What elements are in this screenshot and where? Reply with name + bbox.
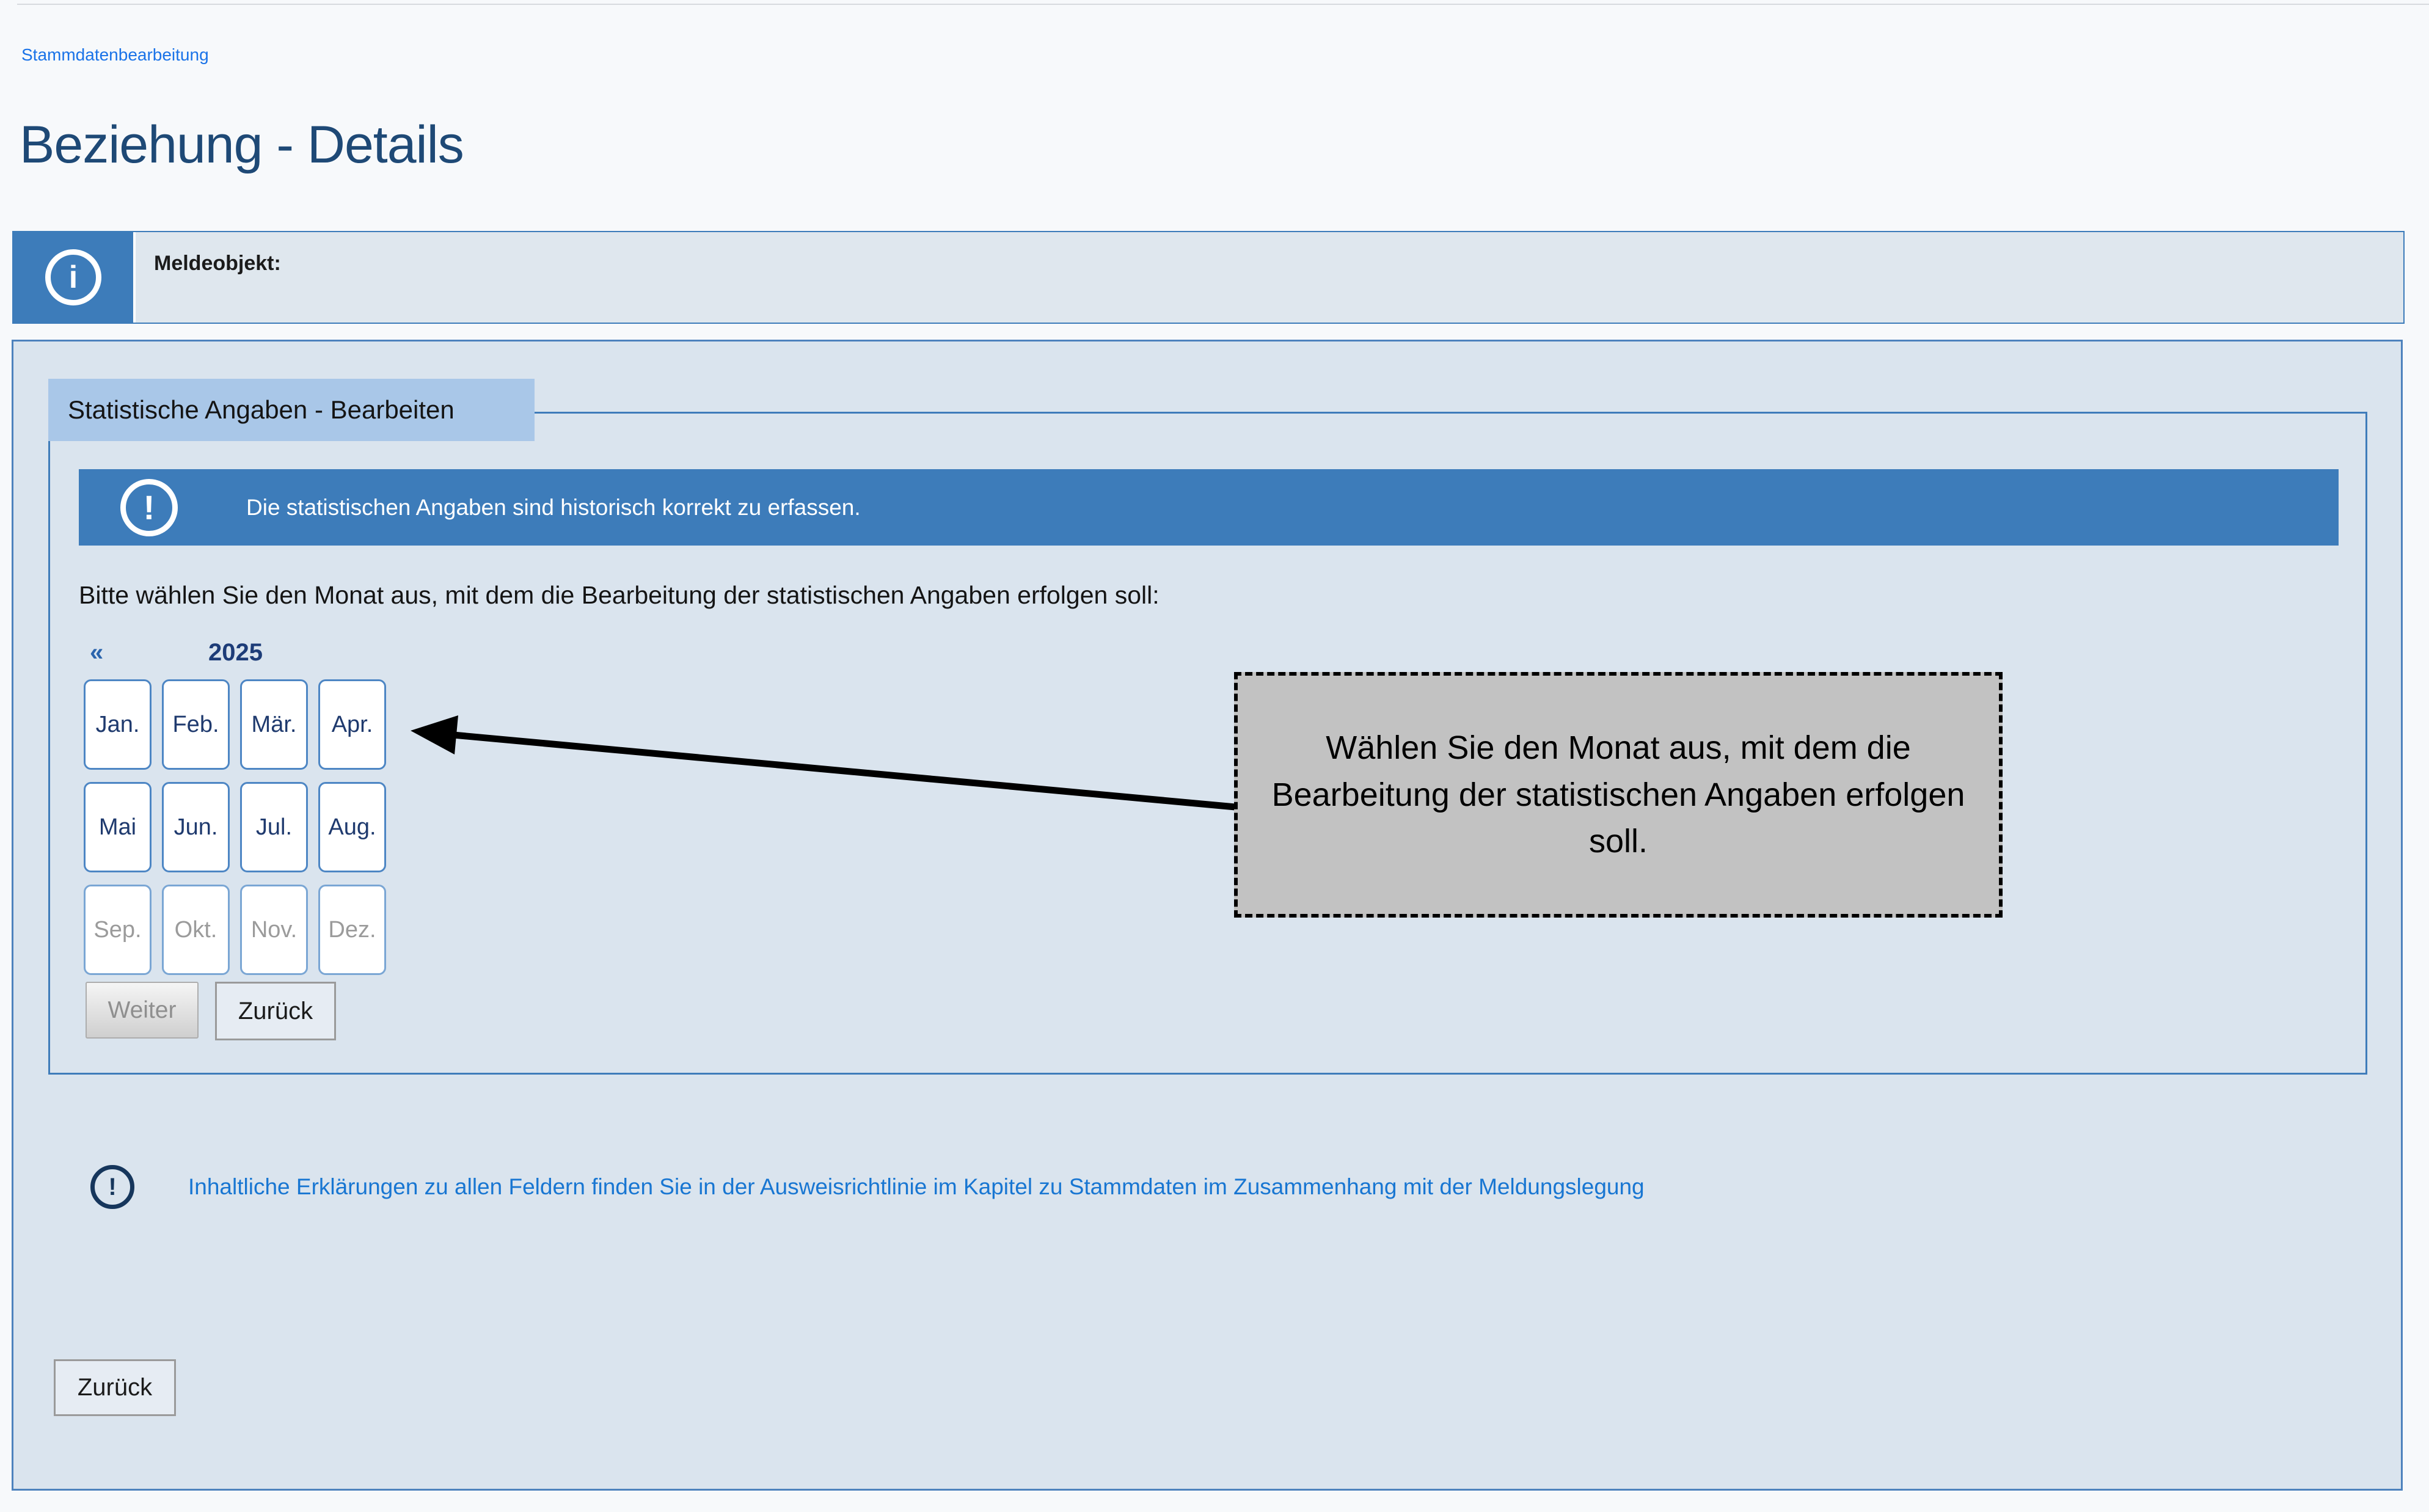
breadcrumb[interactable]: Stammdatenbearbeitung [21, 45, 209, 65]
info-icon: i [45, 249, 101, 305]
year-nav: « 2025 [84, 639, 387, 668]
annotation-box: Wählen Sie den Monat aus, mit dem die Be… [1234, 672, 2003, 918]
month-button-apr[interactable]: Apr. [318, 679, 386, 770]
alert-bar: ! Die statistischen Angaben sind histori… [79, 469, 2339, 546]
month-button-feb[interactable]: Feb. [162, 679, 230, 770]
alert-text: Die statistischen Angaben sind historisc… [246, 495, 861, 520]
month-instruction-text: Bitte wählen Sie den Monat aus, mit dem … [79, 581, 1160, 610]
exclamation-icon: ! [90, 1165, 134, 1209]
exclamation-icon: ! [120, 479, 178, 536]
top-divider [17, 4, 2429, 5]
ausweisrichtlinie-link[interactable]: Inhaltliche Erklärungen zu allen Feldern… [188, 1174, 1645, 1200]
previous-year-button[interactable]: « [90, 639, 103, 667]
month-picker: « 2025 Jan. Feb. Mär. Apr. Mai Jun. Jul.… [84, 639, 387, 975]
month-button-jun[interactable]: Jun. [162, 782, 230, 872]
month-button-jan[interactable]: Jan. [84, 679, 152, 770]
zurueck-button-bottom[interactable]: Zurück [54, 1359, 176, 1416]
main-panel: Statistische Angaben - Bearbeiten ! Die … [12, 340, 2403, 1491]
zurueck-button-fieldset[interactable]: Zurück [215, 982, 336, 1040]
month-button-sep: Sep. [84, 885, 152, 975]
year-label: 2025 [84, 639, 387, 667]
month-button-mai[interactable]: Mai [84, 782, 152, 872]
meldeobjekt-info-bar: i Meldeobjekt: [12, 231, 2405, 324]
month-button-jul[interactable]: Jul. [240, 782, 308, 872]
month-button-nov: Nov. [240, 885, 308, 975]
month-button-dez: Dez. [318, 885, 386, 975]
meldeobjekt-label: Meldeobjekt: [136, 232, 2403, 323]
footer-note: ! Inhaltliche Erklärungen zu allen Felde… [90, 1165, 1645, 1209]
month-button-mar[interactable]: Mär. [240, 679, 308, 770]
month-grid: Jan. Feb. Mär. Apr. Mai Jun. Jul. Aug. S… [84, 679, 387, 975]
info-icon-box: i [13, 232, 136, 323]
weiter-button: Weiter [86, 982, 199, 1039]
month-button-aug[interactable]: Aug. [318, 782, 386, 872]
tab-statistische-angaben[interactable]: Statistische Angaben - Bearbeiten [48, 379, 535, 441]
page-title: Beziehung - Details [20, 115, 464, 175]
month-button-okt: Okt. [162, 885, 230, 975]
